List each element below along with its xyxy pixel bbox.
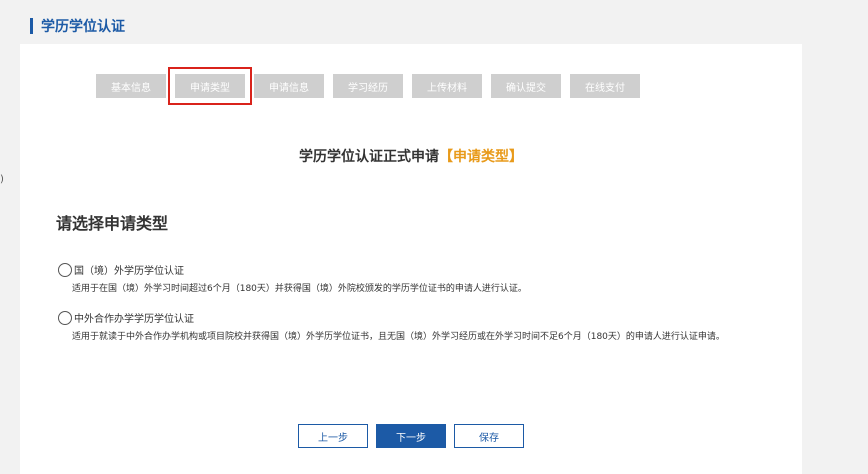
page-title: 学历学位认证	[41, 19, 125, 35]
page-header: 学历学位认证	[30, 16, 125, 36]
option-overseas-radio[interactable]	[58, 262, 72, 277]
option-joint-program-radio[interactable]	[58, 310, 72, 325]
prev-button[interactable]: 上一步	[298, 424, 368, 448]
button-bar: 上一步 下一步 保存	[298, 424, 532, 448]
option-joint-program: 中外合作办学学历学位认证 适用于就读于中外合作办学机构或项目院校并获得国（境）外…	[58, 310, 778, 345]
left-edge-mark: )	[0, 174, 4, 185]
step-upload-materials[interactable]: 上传材料	[412, 74, 482, 98]
step-basic-info[interactable]: 基本信息	[96, 74, 166, 98]
option-overseas-desc: 适用于在国（境）外学习时间超过6个月（180天）并获得国（境）外院校颁发的学历学…	[72, 284, 527, 294]
form-title-text: 学历学位认证正式申请	[299, 149, 439, 165]
main-panel: 基本信息 申请类型 申请信息 学习经历 上传材料 确认提交 在线支付 学历学位认…	[20, 44, 802, 474]
option-overseas-label: 国（境）外学历学位认证	[74, 266, 184, 277]
option-joint-program-label: 中外合作办学学历学位认证	[74, 314, 194, 325]
option-overseas: 国（境）外学历学位认证 适用于在国（境）外学习时间超过6个月（180天）并获得国…	[58, 262, 778, 297]
step-confirm-submit[interactable]: 确认提交	[491, 74, 561, 98]
form-title-accent: 【申请类型】	[439, 149, 523, 165]
section-title: 请选择申请类型	[56, 214, 169, 233]
next-button[interactable]: 下一步	[376, 424, 446, 448]
option-joint-program-desc: 适用于就读于中外合作办学机构或项目院校并获得国（境）外学历学位证书，且无国（境）…	[72, 332, 725, 342]
step-navigation: 基本信息 申请类型 申请信息 学习经历 上传材料 确认提交 在线支付	[96, 67, 649, 105]
option-joint-program-head[interactable]: 中外合作办学学历学位认证	[58, 310, 778, 325]
step-application-info[interactable]: 申请信息	[254, 74, 324, 98]
save-button[interactable]: 保存	[454, 424, 524, 448]
step-online-payment[interactable]: 在线支付	[570, 74, 640, 98]
form-title: 学历学位认证正式申请【申请类型】	[20, 146, 802, 166]
header-accent-bar	[30, 18, 33, 34]
option-overseas-head[interactable]: 国（境）外学历学位认证	[58, 262, 778, 277]
step-application-type[interactable]: 申请类型	[168, 67, 252, 105]
step-study-history[interactable]: 学习经历	[333, 74, 403, 98]
